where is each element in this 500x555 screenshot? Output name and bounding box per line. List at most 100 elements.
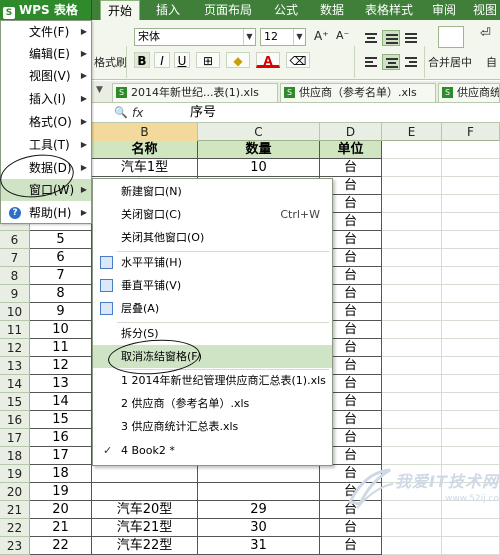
table-cell[interactable] (442, 339, 500, 357)
table-cell[interactable] (442, 411, 500, 429)
wrap-button[interactable]: 自 (486, 54, 497, 70)
table-cell-name[interactable]: 汽车22型 (92, 537, 198, 555)
header-cell-name[interactable]: 名称 (92, 141, 198, 159)
tab-home[interactable]: 开始 (100, 0, 140, 20)
table-cell-id[interactable]: 11 (30, 339, 92, 357)
table-cell-name[interactable]: 汽车21型 (92, 519, 198, 537)
table-cell-qty[interactable]: 30 (198, 519, 320, 537)
table-cell[interactable] (442, 267, 500, 285)
table-cell[interactable] (382, 393, 442, 411)
table-cell[interactable] (442, 393, 500, 411)
row-header[interactable]: 6 (0, 231, 30, 249)
table-cell[interactable] (442, 141, 500, 159)
table-cell-id[interactable]: 8 (30, 285, 92, 303)
table-cell-id[interactable]: 22 (30, 537, 92, 555)
table-cell[interactable] (382, 159, 442, 177)
table-cell[interactable] (382, 375, 442, 393)
menu-item-close-others[interactable]: 关闭其他窗口(O) (93, 226, 332, 249)
column-header-b[interactable]: B (92, 123, 198, 141)
table-cell[interactable] (382, 321, 442, 339)
menu-item-tile-horizontal[interactable]: 水平平铺(H) (93, 251, 332, 274)
font-color-button[interactable]: A (256, 52, 280, 68)
bold-button[interactable]: B (134, 52, 150, 68)
table-cell[interactable] (442, 159, 500, 177)
column-header-e[interactable]: E (382, 123, 442, 141)
underline-button[interactable]: U (174, 52, 190, 68)
menu-item-insert[interactable]: 插入(I) ▶ (1, 88, 91, 110)
table-cell-id[interactable]: 21 (30, 519, 92, 537)
align-bottom-button[interactable] (402, 30, 420, 46)
tab-list-icon[interactable]: ▼ (96, 85, 103, 95)
table-cell-unit[interactable]: 台 (320, 537, 382, 555)
table-cell[interactable] (382, 231, 442, 249)
tab-view[interactable]: 视图 (470, 0, 500, 20)
menu-item-split[interactable]: 拆分(S) (93, 322, 332, 345)
table-cell[interactable] (442, 321, 500, 339)
table-cell[interactable] (382, 519, 442, 537)
table-cell-name[interactable]: 汽车20型 (92, 501, 198, 519)
table-cell[interactable] (442, 303, 500, 321)
tab-review[interactable]: 审阅 (426, 0, 462, 20)
row-header[interactable]: 17 (0, 429, 30, 447)
table-cell-id[interactable]: 20 (30, 501, 92, 519)
row-header[interactable]: 20 (0, 483, 30, 501)
align-right-button[interactable] (402, 54, 420, 70)
row-header[interactable]: 13 (0, 357, 30, 375)
table-cell[interactable] (442, 357, 500, 375)
table-cell-id[interactable]: 12 (30, 357, 92, 375)
table-cell-id[interactable]: 16 (30, 429, 92, 447)
row-header[interactable]: 23 (0, 537, 30, 555)
table-cell-qty[interactable]: 29 (198, 501, 320, 519)
table-cell-qty[interactable]: 31 (198, 537, 320, 555)
merge-center-icon[interactable] (438, 26, 464, 48)
table-cell-id[interactable]: 10 (30, 321, 92, 339)
table-cell[interactable] (442, 249, 500, 267)
row-header[interactable]: 10 (0, 303, 30, 321)
merge-center-button[interactable]: 合并居中 (428, 54, 472, 70)
tab-insert[interactable]: 插入 (150, 0, 186, 20)
tab-table-style[interactable]: 表格样式 (360, 0, 418, 20)
menu-item-format[interactable]: 格式(O) ▶ (1, 111, 91, 133)
doc-tab[interactable]: S 2014年新世纪...表(1).xls (112, 83, 278, 102)
table-cell[interactable] (442, 195, 500, 213)
font-size-select[interactable]: 12 ▼ (260, 28, 306, 46)
format-painter-button[interactable]: 格式刷 (94, 54, 127, 70)
row-header[interactable]: 21 (0, 501, 30, 519)
fill-color-button[interactable]: ◆ (226, 52, 250, 68)
table-cell[interactable] (442, 213, 500, 231)
table-cell[interactable] (382, 303, 442, 321)
table-cell[interactable] (442, 177, 500, 195)
menu-item-recent-file[interactable]: ✓ 4 Book2 * (93, 439, 332, 462)
row-header[interactable]: 9 (0, 285, 30, 303)
menu-item-recent-file[interactable]: 3 供应商统计汇总表.xls (93, 415, 332, 438)
menu-item-close-window[interactable]: 关闭窗口(C) Ctrl+W (93, 203, 332, 226)
doc-tab[interactable]: S 供应商统计 (438, 83, 500, 102)
table-cell-id[interactable]: 5 (30, 231, 92, 249)
row-header[interactable]: 11 (0, 321, 30, 339)
table-cell[interactable] (382, 195, 442, 213)
menu-item-recent-file[interactable]: 2 供应商（参考名单）.xls (93, 392, 332, 415)
shrink-font-icon[interactable]: A⁻ (336, 29, 349, 42)
column-header-d[interactable]: D (320, 123, 382, 141)
table-cell[interactable] (382, 429, 442, 447)
table-cell[interactable] (382, 411, 442, 429)
row-header[interactable]: 14 (0, 375, 30, 393)
tab-page-layout[interactable]: 页面布局 (196, 0, 260, 20)
tab-formulas[interactable]: 公式 (268, 0, 304, 20)
table-cell[interactable] (382, 357, 442, 375)
menu-item-help[interactable]: ? 帮助(H) ▶ (1, 202, 91, 224)
table-cell[interactable] (382, 249, 442, 267)
table-cell-qty[interactable] (198, 483, 320, 501)
table-cell-id[interactable]: 6 (30, 249, 92, 267)
table-cell[interactable] (442, 519, 500, 537)
table-cell-id[interactable]: 18 (30, 465, 92, 483)
font-name-select[interactable]: 宋体 ▼ (134, 28, 256, 46)
table-cell[interactable] (382, 339, 442, 357)
table-cell-qty[interactable]: 10 (198, 159, 320, 177)
menu-item-tile-vertical[interactable]: 垂直平铺(V) (93, 274, 332, 297)
align-middle-button[interactable] (382, 30, 400, 46)
formula-input[interactable]: 序号 (190, 103, 216, 123)
align-center-button[interactable] (382, 54, 400, 70)
row-header[interactable]: 8 (0, 267, 30, 285)
table-cell[interactable] (442, 429, 500, 447)
